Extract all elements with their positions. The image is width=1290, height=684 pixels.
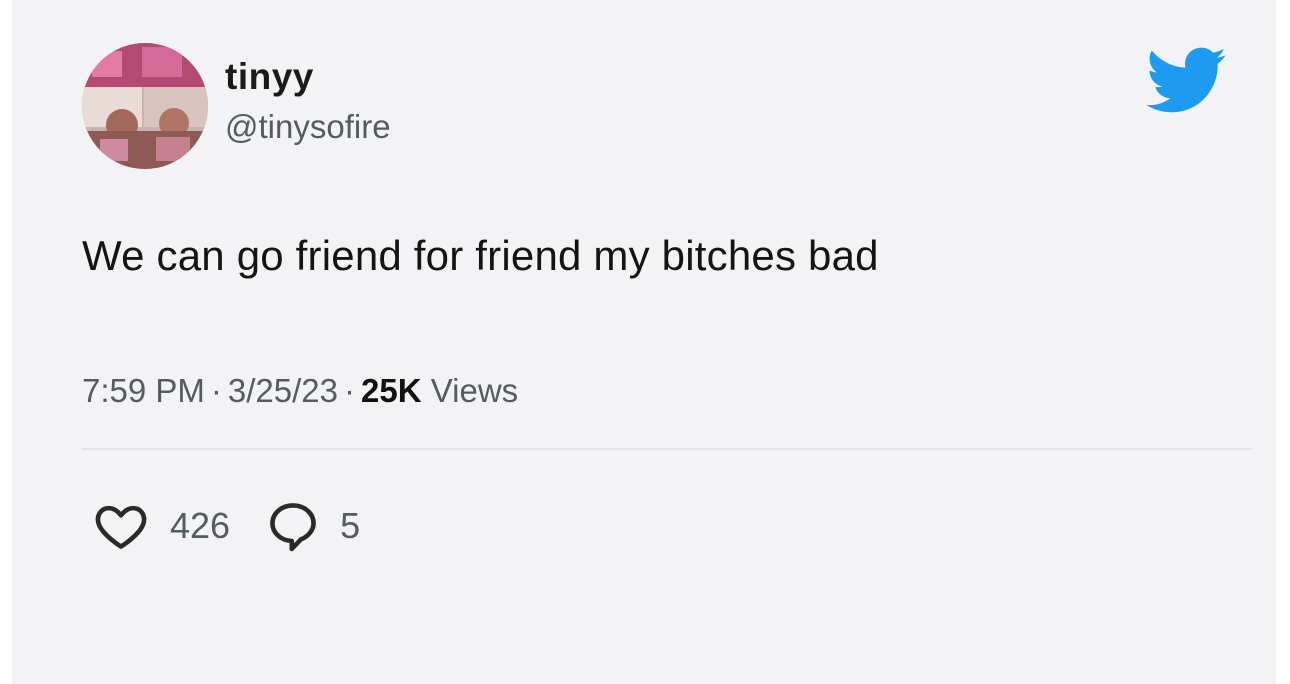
tweet-card: tinyy @tinysofire We can go friend for f…: [12, 0, 1276, 684]
speech-bubble-icon[interactable]: [264, 497, 322, 555]
user-handle[interactable]: @tinysofire: [225, 108, 391, 146]
reply-count: 5: [340, 505, 361, 546]
tweet-time[interactable]: 7:59 PM: [82, 372, 205, 409]
tweet-meta: 7:59 PM · 3/25/23 · 25K Views: [82, 372, 518, 410]
tweet-date[interactable]: 3/25/23: [228, 372, 338, 409]
twitter-bird-icon: [1146, 47, 1226, 113]
meta-separator: ·: [210, 372, 222, 409]
avatar[interactable]: [82, 43, 208, 169]
views-count: 25K: [361, 372, 422, 409]
tweet-text: We can go friend for friend my bitches b…: [82, 232, 879, 279]
divider: [82, 448, 1252, 450]
views-label: Views: [430, 372, 519, 409]
heart-icon[interactable]: [92, 497, 150, 555]
meta-separator: ·: [344, 372, 356, 409]
action-bar: 426 5: [92, 497, 360, 555]
like-count: 426: [170, 505, 231, 546]
avatar-photo: [82, 43, 208, 169]
display-name[interactable]: tinyy: [225, 56, 314, 98]
